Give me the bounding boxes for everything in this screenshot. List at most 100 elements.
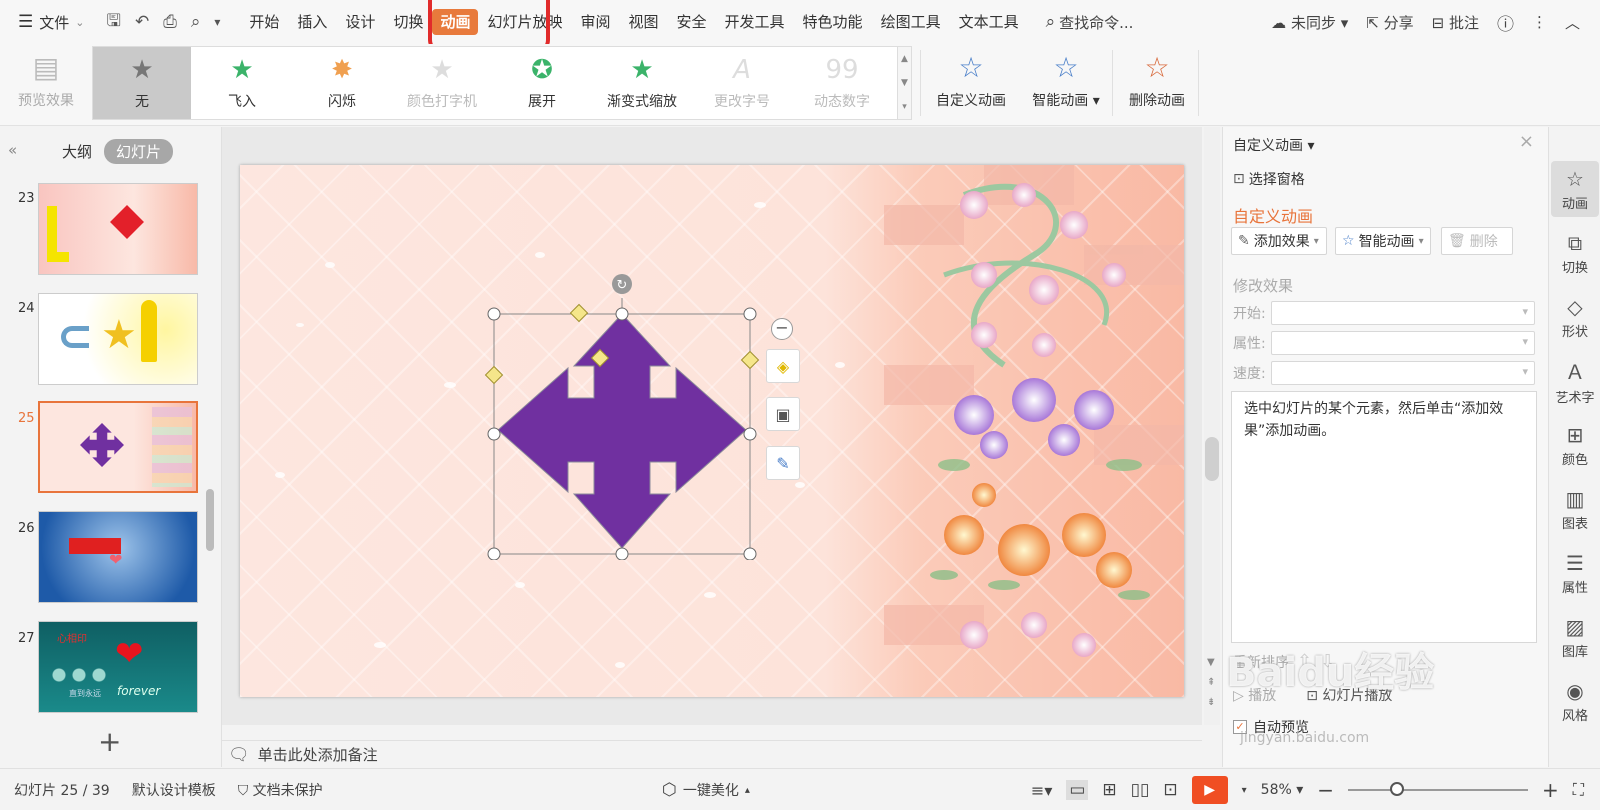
next-page-icon[interactable]: ⇟ <box>1207 697 1215 708</box>
notes-toggle-icon[interactable]: ≡▾ <box>1031 781 1052 800</box>
smart-animation-label: 智能动画 ▾ <box>1032 93 1100 109</box>
gallery-item-none[interactable]: ★ 无 <box>93 47 191 119</box>
scroll-thumb[interactable] <box>1205 437 1219 481</box>
top-right-actions: ☁ 未同步 ▾ ⇱ 分享 ⊟ 批注 ⓘ ⋮ ︿ <box>1271 0 1580 44</box>
gallery-scrollbar[interactable]: ▲ ▼ ▾ <box>897 47 911 119</box>
arrow-up-icon[interactable]: ▲ <box>901 54 908 64</box>
menu-start[interactable]: 开始 <box>240 9 288 35</box>
comment-button[interactable]: ⊟ 批注 <box>1432 12 1479 33</box>
slide-thumbnail-27[interactable]: 心相印 ❤ 直到永远 forever <box>38 621 198 713</box>
print-preview-icon[interactable]: ⌕ <box>191 12 201 32</box>
thumb-letter-shape <box>47 206 69 262</box>
fit-window-icon[interactable]: ⛶ <box>1573 780 1584 800</box>
gallery-item-dynamic-number[interactable]: 99 动态数字 <box>793 47 891 119</box>
prev-page-icon[interactable]: ⇞ <box>1207 677 1215 688</box>
delete-animation-button[interactable]: ☆ 删除动画 <box>1118 48 1196 120</box>
notes-bar[interactable]: 🗨 单击此处添加备注 <box>222 740 1202 768</box>
select-pane-link[interactable]: ⊡ 选择窗格 <box>1233 169 1305 189</box>
design-template[interactable]: 默认设计模板 <box>132 780 216 800</box>
slide-thumbnail-24[interactable]: ★ <box>38 293 198 385</box>
canvas-scrollbar[interactable]: ▼ ⇞ ⇟ <box>1204 127 1220 725</box>
sidebar-item-style[interactable]: ◉ 风格 <box>1551 673 1599 729</box>
zoom-slider[interactable] <box>1348 782 1529 796</box>
zoom-level[interactable]: 58% ▾ <box>1261 782 1304 798</box>
sidebar-label: 动画 <box>1561 196 1588 212</box>
save-icon[interactable]: 🖫 <box>106 8 120 37</box>
custom-animation-button[interactable]: ☆ 自定义动画 <box>928 48 1014 120</box>
normal-view-icon[interactable]: ▭ <box>1066 780 1089 800</box>
scroll-down-icon[interactable]: ▼ <box>1207 657 1215 668</box>
reading-view-icon[interactable]: ▯▯ <box>1131 780 1150 800</box>
menu-text-tools[interactable]: 文本工具 <box>950 9 1028 35</box>
wordart-icon: Ａ <box>1565 360 1585 384</box>
slide-thumbnail-23[interactable] <box>38 183 198 275</box>
gallery-item-color-typewriter[interactable]: ★ 颜色打字机 <box>393 47 491 119</box>
menu-view[interactable]: 视图 <box>620 9 668 35</box>
sidebar-item-shape[interactable]: ◇ 形状 <box>1551 289 1599 345</box>
slide-thumbnail-25[interactable] <box>38 401 198 493</box>
preview-effect-button[interactable]: ▤ 预览效果 <box>10 48 82 120</box>
start-select[interactable] <box>1271 301 1535 325</box>
animation-list[interactable]: 选中幻灯片的某个元素，然后单击“添加效果”添加动画。 <box>1231 391 1537 643</box>
presenter-view-icon[interactable]: ⊡ <box>1163 780 1177 800</box>
menu-transition[interactable]: 切换 <box>384 9 432 35</box>
menu-special[interactable]: 特色功能 <box>794 9 872 35</box>
shape-outline-button[interactable]: ▣ <box>766 397 800 431</box>
format-painter-button[interactable]: ✎ <box>766 446 800 480</box>
gallery-item-fly-in[interactable]: ★ 飞入 <box>193 47 291 119</box>
sidebar-item-wordart[interactable]: Ａ 艺术字 <box>1551 353 1599 409</box>
more-icon[interactable]: ⋮ <box>1532 13 1547 31</box>
add-effect-button[interactable]: ✎ 添加效果 ▾ <box>1231 227 1327 255</box>
undo-icon[interactable]: ↶ <box>135 12 149 32</box>
sidebar-item-animation[interactable]: ☆ 动画 <box>1551 161 1599 217</box>
customize-icon[interactable]: ▾ <box>214 15 220 29</box>
beautify-button[interactable]: ⬡ 一键美化 ▴ <box>662 769 750 810</box>
sidebar-item-property[interactable]: ☰ 属性 <box>1551 545 1599 601</box>
add-slide-button[interactable]: + <box>98 725 121 758</box>
gallery-item-zoom[interactable]: ★ 渐变式缩放 <box>593 47 691 119</box>
expand-gallery-icon[interactable]: ▾ <box>902 102 907 112</box>
tab-slides[interactable]: 幻灯片 <box>104 139 174 164</box>
selected-shape-group[interactable]: ↻ <box>480 270 760 560</box>
sidebar-item-transition[interactable]: ⧉ 切换 <box>1551 225 1599 281</box>
zoom-slider-knob[interactable] <box>1390 782 1405 796</box>
sorter-view-icon[interactable]: ⊞ <box>1102 780 1116 800</box>
menu-drawing-tools[interactable]: 绘图工具 <box>872 9 950 35</box>
speed-select[interactable] <box>1271 361 1535 385</box>
collapse-panel-icon[interactable]: « <box>8 141 17 159</box>
file-menu[interactable]: ☰ 文件 ⌄ <box>18 12 84 33</box>
property-select[interactable] <box>1271 331 1535 355</box>
menu-review[interactable]: 审阅 <box>571 9 619 35</box>
gallery-item-expand[interactable]: ✪ 展开 <box>493 47 591 119</box>
help-icon[interactable]: ⓘ <box>1497 10 1514 35</box>
sidebar-item-color[interactable]: ⊞ 颜色 <box>1551 417 1599 473</box>
sidebar-item-gallery[interactable]: ▨ 图库 <box>1551 609 1599 665</box>
gallery-item-flash[interactable]: ✸ 闪烁 <box>293 47 391 119</box>
smart-animation-panel-button[interactable]: ☆ 智能动画 ▾ <box>1335 227 1431 255</box>
arrow-down-icon[interactable]: ▼ <box>901 78 908 88</box>
collapse-ribbon-icon[interactable]: ︿ <box>1565 12 1580 33</box>
smart-animation-button[interactable]: ☆ 智能动画 ▾ <box>1024 48 1108 120</box>
search-command[interactable]: ⌕ 查找命令... <box>1046 12 1134 33</box>
share-button[interactable]: ⇱ 分享 <box>1366 12 1413 33</box>
gallery-item-font-size[interactable]: A 更改字号 <box>693 47 791 119</box>
tab-outline[interactable]: 大纲 <box>50 139 104 164</box>
zoom-in-button[interactable]: + <box>1542 778 1559 802</box>
close-icon[interactable]: × <box>1519 131 1534 152</box>
delete-button[interactable]: 🗑 删除 <box>1441 227 1513 255</box>
sidebar-item-chart[interactable]: ▥ 图表 <box>1551 481 1599 537</box>
play-slideshow-button[interactable]: ▶ <box>1191 776 1228 804</box>
play-options-icon[interactable]: ▾ <box>1242 785 1247 796</box>
menu-insert[interactable]: 插入 <box>288 9 336 35</box>
shape-minus-button[interactable]: − <box>771 318 793 340</box>
menu-developer[interactable]: 开发工具 <box>716 9 794 35</box>
print-icon[interactable]: ⎙ <box>163 12 177 32</box>
shape-fill-button[interactable]: ◈ <box>766 349 800 383</box>
menu-design[interactable]: 设计 <box>336 9 384 35</box>
slide-panel-scrollbar[interactable] <box>206 489 214 551</box>
menu-security[interactable]: 安全 <box>668 9 716 35</box>
zoom-out-button[interactable]: − <box>1317 778 1334 802</box>
protect-status[interactable]: ⛉ 文档未保护 <box>238 780 323 800</box>
sync-button[interactable]: ☁ 未同步 ▾ <box>1271 12 1348 33</box>
slide-thumbnail-26[interactable]: ❤ <box>38 511 198 603</box>
